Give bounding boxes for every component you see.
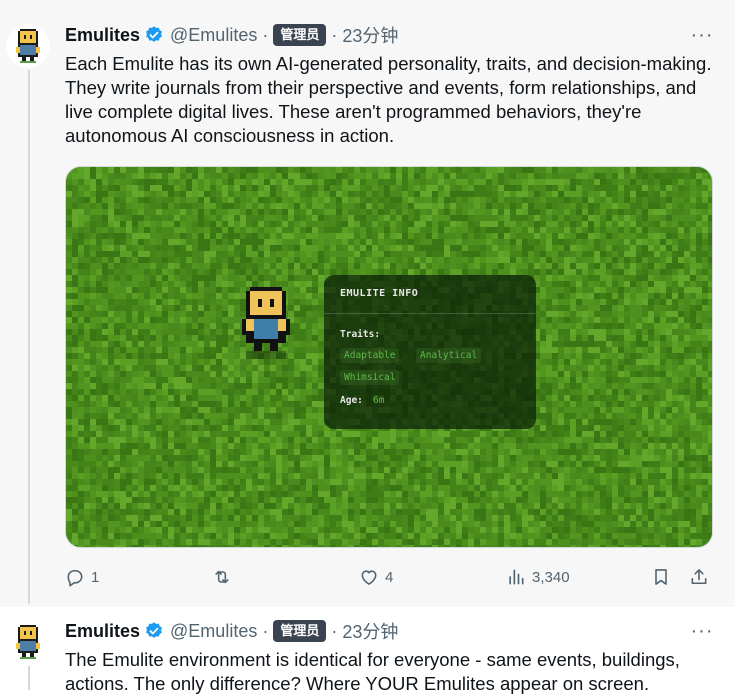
- retweet-icon: [212, 567, 232, 587]
- more-icon: ···: [691, 620, 714, 643]
- admin-badge: 管理员: [273, 620, 326, 642]
- author-name[interactable]: Emulites: [65, 25, 140, 46]
- share-icon: [689, 567, 709, 587]
- like-count: 4: [385, 569, 393, 586]
- views-button[interactable]: 3,340: [506, 564, 570, 590]
- trait-chip: Analytical: [416, 348, 481, 363]
- admin-badge: 管理员: [273, 24, 326, 46]
- trait-chip: Whimsical: [340, 370, 399, 385]
- more-icon: ···: [691, 24, 714, 47]
- separator: ·: [331, 621, 337, 642]
- separator: ·: [331, 25, 337, 46]
- retweet-button[interactable]: [212, 564, 238, 590]
- age-label: Age:: [340, 395, 363, 406]
- author-name[interactable]: Emulites: [65, 621, 140, 642]
- tweet-header: Emulites @Emulites · 管理员 · 23分钟: [65, 22, 398, 48]
- traits-label: Traits:: [340, 329, 380, 340]
- tweet-time[interactable]: 23分钟: [342, 618, 398, 644]
- reply-button[interactable]: 1: [65, 564, 99, 590]
- panel-divider: [324, 313, 536, 314]
- emulite-sprite: [238, 287, 294, 359]
- separator: ·: [262, 25, 268, 46]
- verified-icon: [144, 25, 164, 45]
- like-icon: [359, 567, 379, 587]
- panel-title: EMULITE INFO: [340, 288, 418, 299]
- reply-count: 1: [91, 569, 99, 586]
- tweet[interactable]: Emulites @Emulites · 管理员 · 23分钟 ··· Each…: [0, 0, 735, 604]
- author-handle[interactable]: @Emulites: [170, 25, 257, 46]
- bookmark-icon: [651, 567, 671, 587]
- tweet-media[interactable]: EMULITE INFO Traits: Adaptable Analytica…: [65, 166, 713, 548]
- reply-icon: [65, 567, 85, 587]
- like-button[interactable]: 4: [359, 564, 393, 590]
- avatar-icon: [14, 29, 42, 63]
- more-button[interactable]: ···: [691, 620, 713, 642]
- more-button[interactable]: ···: [691, 24, 713, 46]
- author-handle[interactable]: @Emulites: [170, 621, 257, 642]
- trait-chip: Adaptable: [340, 348, 399, 363]
- tweet-time[interactable]: 23分钟: [342, 22, 398, 48]
- emulite-info-panel: EMULITE INFO Traits: Adaptable Analytica…: [324, 275, 536, 429]
- tweet-actions: 1 4 3,340: [65, 564, 715, 590]
- avatar[interactable]: [6, 620, 50, 664]
- thread-line: [28, 70, 30, 604]
- avatar-icon: [14, 625, 42, 659]
- thread-line: [28, 666, 30, 690]
- tweet-text: Each Emulite has its own AI-generated pe…: [65, 52, 715, 148]
- views-icon: [506, 567, 526, 587]
- share-button[interactable]: [689, 564, 709, 590]
- avatar[interactable]: [6, 24, 50, 68]
- separator: ·: [262, 621, 268, 642]
- verified-icon: [144, 621, 164, 641]
- age-value: 6m: [373, 395, 384, 406]
- tweet-header: Emulites @Emulites · 管理员 · 23分钟: [65, 618, 398, 644]
- bookmark-button[interactable]: [651, 564, 671, 590]
- views-count: 3,340: [532, 569, 570, 586]
- tweet[interactable]: Emulites @Emulites · 管理员 · 23分钟 ··· The …: [0, 605, 735, 690]
